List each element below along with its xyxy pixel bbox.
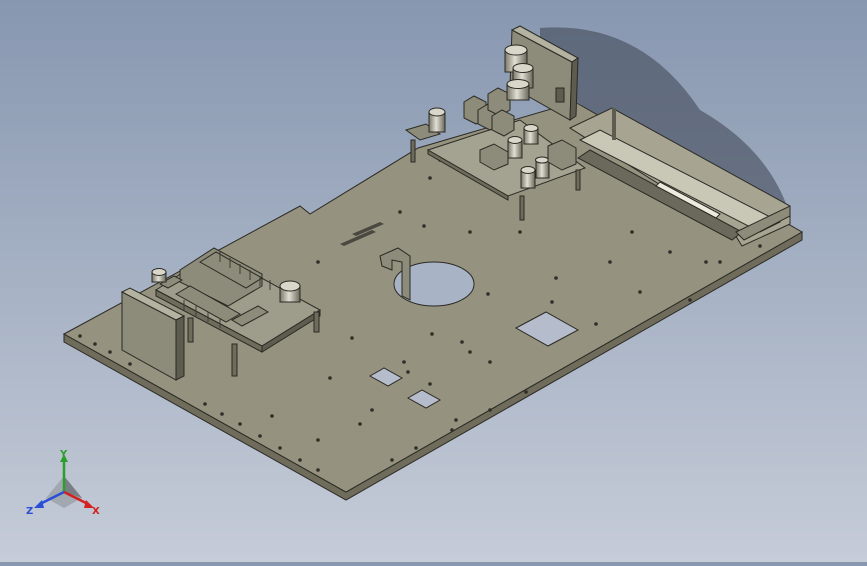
capacitor: [535, 156, 550, 179]
x-axis-label: X: [92, 506, 100, 517]
capacitor: [507, 136, 523, 159]
3d-viewport[interactable]: Y X Z: [0, 0, 867, 562]
capacitor: [506, 79, 530, 101]
capacitor: [523, 124, 539, 145]
model-view[interactable]: [0, 0, 867, 562]
capacitor: [520, 166, 536, 189]
view-orientation-triad[interactable]: Y X Z: [22, 448, 106, 524]
capacitor: [279, 280, 301, 303]
z-axis-label: Z: [26, 506, 33, 517]
y-axis-label: Y: [59, 449, 68, 460]
capacitor: [428, 107, 446, 133]
capacitor: [151, 268, 167, 283]
z-axis-arrow: [34, 500, 44, 508]
